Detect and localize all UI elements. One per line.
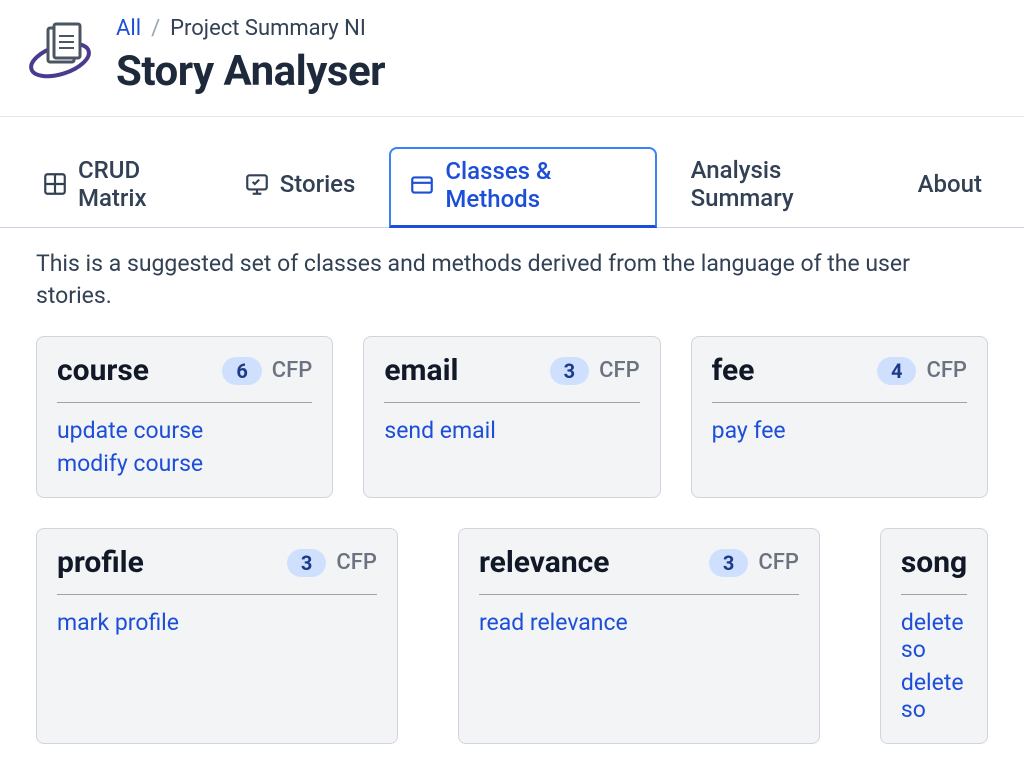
tab-classes-methods[interactable]: Classes & Methods (389, 147, 656, 228)
method-link[interactable]: mark profile (57, 609, 377, 636)
class-card-course: course 6 CFP update course modify course (36, 336, 333, 498)
tab-stories[interactable]: Stories (238, 160, 362, 214)
cfp-label: CFP (599, 358, 640, 383)
monitor-check-icon (244, 171, 270, 197)
cards-row-1: course 6 CFP update course modify course… (0, 336, 1024, 528)
method-link[interactable]: send email (384, 417, 639, 444)
tabs: CRUD Matrix Stories Classes & Methods An… (0, 117, 1024, 228)
breadcrumb-current: Project Summary NI (170, 16, 366, 41)
cfp-count-badge: 6 (222, 357, 261, 385)
method-link[interactable]: delete so (901, 669, 967, 723)
tab-description: This is a suggested set of classes and m… (0, 228, 1024, 336)
cfp-label: CFP (336, 550, 377, 575)
grid-icon (42, 171, 68, 197)
class-card-profile: profile 3 CFP mark profile (36, 528, 398, 744)
method-link[interactable]: modify course (57, 450, 312, 477)
cards-row-2: profile 3 CFP mark profile relevance 3 C… (0, 528, 1024, 774)
method-link[interactable]: pay fee (712, 417, 967, 444)
class-name: song (901, 545, 967, 580)
class-name: profile (57, 545, 144, 580)
breadcrumb-root-link[interactable]: All (116, 16, 141, 41)
page-header: All / Project Summary NI Story Analyser (0, 0, 1024, 116)
page-title: Story Analyser (116, 47, 385, 96)
class-card-fee: fee 4 CFP pay fee (691, 336, 988, 498)
class-name: fee (712, 353, 755, 388)
window-icon (409, 172, 435, 198)
tab-crud-matrix[interactable]: CRUD Matrix (36, 146, 210, 228)
tab-label: Classes & Methods (445, 157, 636, 213)
tab-label: Analysis Summary (691, 156, 878, 212)
cfp-count-badge: 3 (709, 549, 748, 577)
cfp-count-badge: 3 (287, 549, 326, 577)
breadcrumb: All / Project Summary NI (116, 16, 385, 41)
method-link[interactable]: read relevance (479, 609, 799, 636)
cfp-label: CFP (926, 358, 967, 383)
cfp-count-badge: 4 (877, 357, 916, 385)
method-link[interactable]: delete so (901, 609, 967, 663)
tab-label: CRUD Matrix (78, 156, 204, 212)
method-link[interactable]: update course (57, 417, 312, 444)
cfp-label: CFP (272, 358, 313, 383)
app-logo (24, 16, 96, 88)
tab-about[interactable]: About (912, 160, 988, 214)
class-card-relevance: relevance 3 CFP read relevance (458, 528, 820, 744)
class-card-email: email 3 CFP send email (363, 336, 660, 498)
class-name: email (384, 353, 458, 388)
class-name: course (57, 353, 149, 388)
tab-label: Stories (280, 170, 356, 198)
class-card-song: song delete so delete so (880, 528, 988, 744)
cfp-label: CFP (758, 550, 799, 575)
cfp-count-badge: 3 (550, 357, 589, 385)
breadcrumb-separator: / (151, 16, 160, 41)
tab-analysis-summary[interactable]: Analysis Summary (685, 146, 884, 228)
tab-label: About (918, 170, 982, 198)
class-name: relevance (479, 545, 610, 580)
